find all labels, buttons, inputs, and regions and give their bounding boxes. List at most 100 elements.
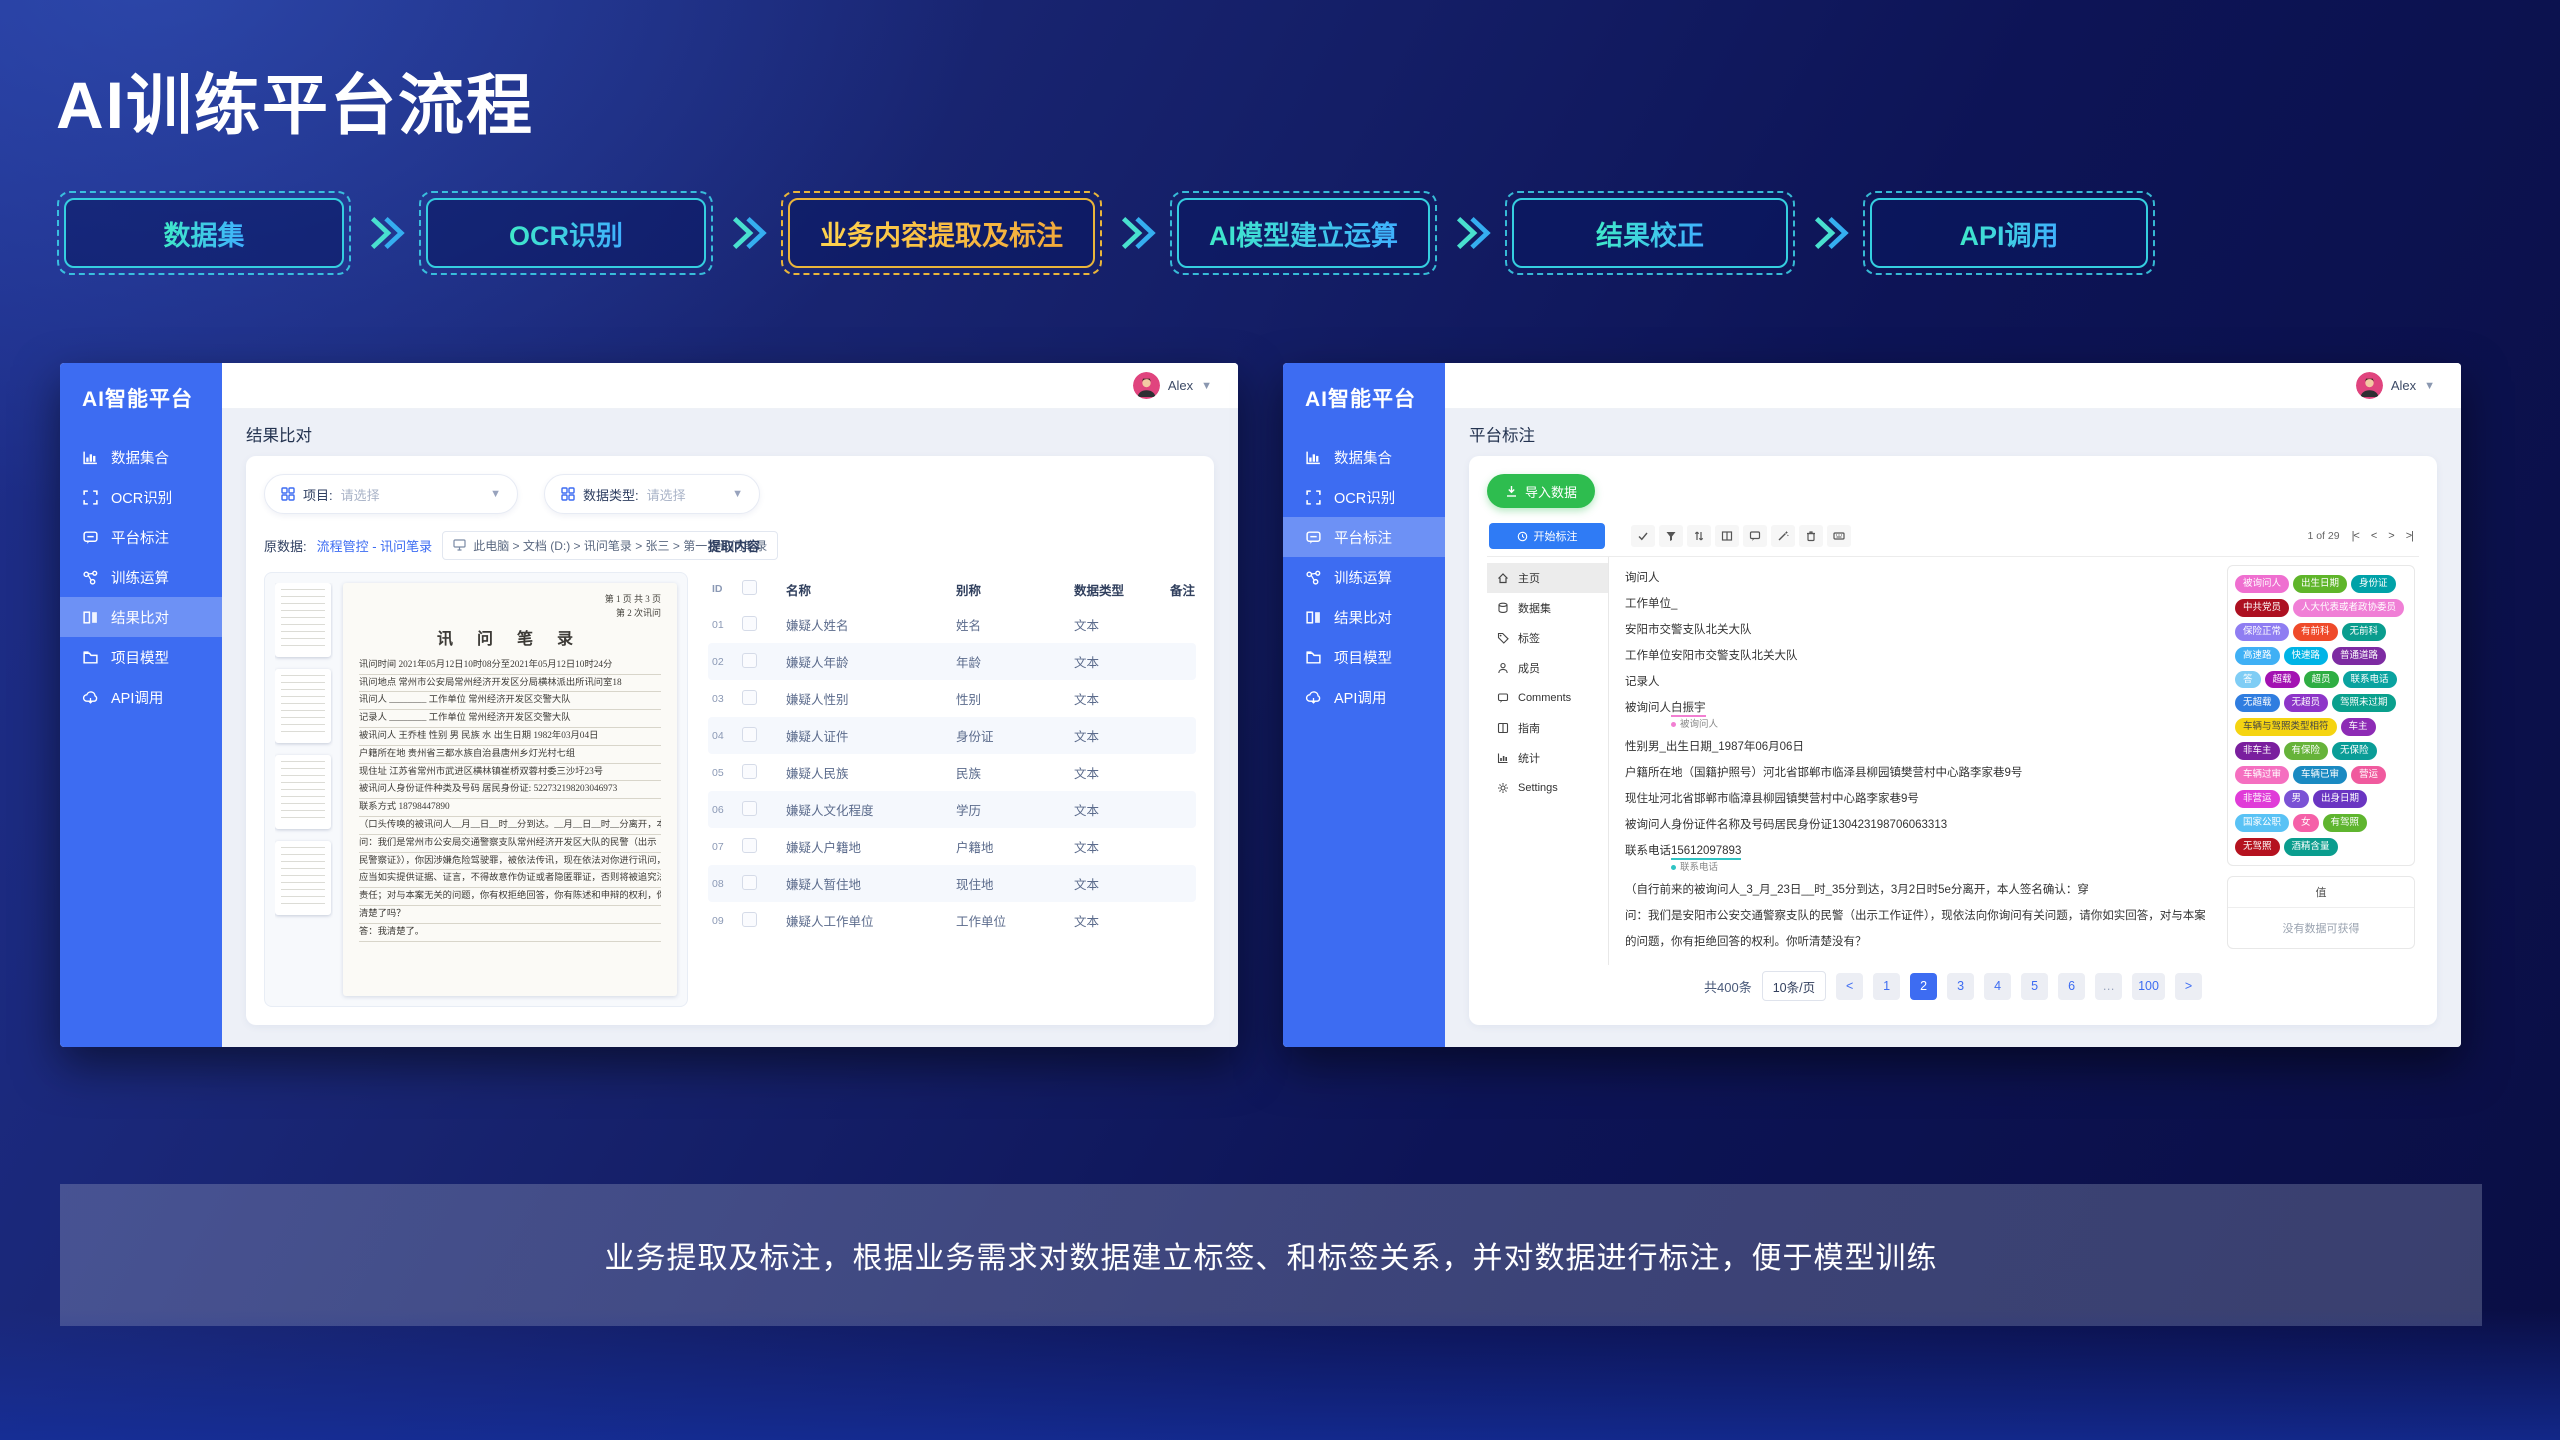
- page-thumbnail[interactable]: [275, 841, 331, 915]
- tag-chip[interactable]: 车辆过审: [2235, 766, 2289, 784]
- project-filter[interactable]: 项目: 请选择 ▼: [264, 474, 518, 514]
- tag-chip[interactable]: 女: [2293, 814, 2319, 832]
- tag-chip[interactable]: 出生日期: [2293, 575, 2347, 593]
- prev-page-icon[interactable]: <: [2371, 530, 2376, 542]
- row-checkbox[interactable]: [742, 875, 757, 890]
- tag-chip[interactable]: 有驾照: [2323, 814, 2368, 832]
- first-page-icon[interactable]: |<: [2352, 530, 2359, 542]
- last-page-icon[interactable]: >|: [2406, 530, 2413, 542]
- next-page-button[interactable]: >: [2175, 973, 2202, 1000]
- user-menu[interactable]: Alex ▼: [1133, 372, 1212, 399]
- page-thumbnail[interactable]: [275, 755, 331, 829]
- tag-chip[interactable]: 无前科: [2342, 623, 2387, 641]
- page-button[interactable]: 100: [2132, 973, 2165, 1000]
- comment-icon[interactable]: [1743, 525, 1767, 547]
- tag-chip[interactable]: 非车主: [2235, 742, 2280, 760]
- start-annotation-button[interactable]: 开始标注: [1489, 523, 1605, 549]
- anno-nav-stats[interactable]: 统计: [1487, 743, 1608, 773]
- sidebar-item-annotate[interactable]: 平台标注: [1283, 517, 1445, 557]
- source-link[interactable]: 流程管控 - 讯问笔录: [317, 536, 433, 555]
- trash-icon[interactable]: [1799, 525, 1823, 547]
- row-checkbox[interactable]: [742, 801, 757, 816]
- tag-chip[interactable]: 超员: [2304, 671, 2339, 689]
- anno-nav-members[interactable]: 成员: [1487, 653, 1608, 683]
- anno-nav-home[interactable]: 主页: [1487, 563, 1608, 593]
- anno-nav-guide[interactable]: 指南: [1487, 713, 1608, 743]
- page-button[interactable]: 6: [2058, 973, 2085, 1000]
- tag-chip[interactable]: 高速路: [2235, 647, 2280, 665]
- tag-chip[interactable]: 答: [2235, 671, 2261, 689]
- tag-chip[interactable]: 出身日期: [2313, 790, 2367, 808]
- annotation-span[interactable]: 白振宇: [1671, 702, 1706, 717]
- tag-chip[interactable]: 无驾照: [2235, 838, 2280, 856]
- page-thumbnail[interactable]: [275, 669, 331, 743]
- row-checkbox[interactable]: [742, 616, 757, 631]
- prev-page-button[interactable]: <: [1836, 973, 1863, 1000]
- check-icon[interactable]: [1631, 525, 1655, 547]
- sidebar-item-model[interactable]: 项目模型: [60, 637, 222, 677]
- data-type-filter[interactable]: 数据类型: 请选择 ▼: [544, 474, 760, 514]
- sidebar-item-api[interactable]: API调用: [60, 677, 222, 717]
- tag-chip[interactable]: 有保险: [2284, 742, 2329, 760]
- tag-chip[interactable]: 车辆与驾照类型相符: [2235, 718, 2337, 736]
- tag-chip[interactable]: 车辆已审: [2293, 766, 2347, 784]
- import-data-button[interactable]: 导入数据: [1487, 474, 1595, 508]
- page-size-select[interactable]: 10条/页: [1762, 971, 1826, 1001]
- columns-icon[interactable]: [1715, 525, 1739, 547]
- sort-icon[interactable]: [1687, 525, 1711, 547]
- tag-chip[interactable]: 营运: [2351, 766, 2386, 784]
- sidebar-item-ocr[interactable]: OCR识别: [60, 477, 222, 517]
- sidebar-item-dataset[interactable]: 数据集合: [60, 437, 222, 477]
- sidebar-item-model[interactable]: 项目模型: [1283, 637, 1445, 677]
- sidebar-item-compare[interactable]: 结果比对: [1283, 597, 1445, 637]
- row-checkbox[interactable]: [742, 838, 757, 853]
- tag-chip[interactable]: 车主: [2341, 718, 2376, 736]
- tag-chip[interactable]: 无超员: [2284, 694, 2329, 712]
- sidebar-item-api[interactable]: API调用: [1283, 677, 1445, 717]
- tag-chip[interactable]: 保险正常: [2235, 623, 2289, 641]
- tag-chip[interactable]: 无超载: [2235, 694, 2280, 712]
- tag-chip[interactable]: 中共党员: [2235, 599, 2289, 617]
- anno-nav-comments[interactable]: Comments: [1487, 683, 1608, 713]
- annotation-span[interactable]: 15612097893: [1671, 845, 1741, 860]
- keyboard-icon[interactable]: [1827, 525, 1851, 547]
- tag-chip[interactable]: 驾照未过期: [2332, 694, 2396, 712]
- tag-chip[interactable]: 身份证: [2351, 575, 2396, 593]
- filter-icon[interactable]: [1659, 525, 1683, 547]
- tag-chip[interactable]: 超载: [2265, 671, 2300, 689]
- page-ellipsis[interactable]: …: [2095, 973, 2122, 1000]
- row-checkbox[interactable]: [742, 690, 757, 705]
- page-button[interactable]: 1: [1873, 973, 1900, 1000]
- tag-chip[interactable]: 男: [2284, 790, 2310, 808]
- tag-chip[interactable]: 人大代表或者政协委员: [2293, 599, 2404, 617]
- sidebar-item-compare[interactable]: 结果比对: [60, 597, 222, 637]
- tag-chip[interactable]: 快速路: [2284, 647, 2329, 665]
- sidebar-item-training[interactable]: 训练运算: [1283, 557, 1445, 597]
- row-checkbox[interactable]: [742, 764, 757, 779]
- page-button[interactable]: 3: [1947, 973, 1974, 1000]
- sidebar-item-ocr[interactable]: OCR识别: [1283, 477, 1445, 517]
- user-menu[interactable]: Alex ▼: [2356, 372, 2435, 399]
- page-button[interactable]: 5: [2021, 973, 2048, 1000]
- select-all-checkbox[interactable]: [742, 580, 757, 595]
- tag-chip[interactable]: 酒精含量: [2284, 838, 2338, 856]
- row-checkbox[interactable]: [742, 727, 757, 742]
- page-button[interactable]: 4: [1984, 973, 2011, 1000]
- tag-chip[interactable]: 有前科: [2293, 623, 2338, 641]
- anno-nav-labels[interactable]: 标签: [1487, 623, 1608, 653]
- tag-chip[interactable]: 国家公职: [2235, 814, 2289, 832]
- magic-wand-icon[interactable]: [1771, 525, 1795, 547]
- anno-nav-dataset[interactable]: 数据集: [1487, 593, 1608, 623]
- next-page-icon[interactable]: >: [2388, 530, 2393, 542]
- page-thumbnail[interactable]: [275, 583, 331, 657]
- tag-chip[interactable]: 普通道路: [2332, 647, 2386, 665]
- tag-chip[interactable]: 非营运: [2235, 790, 2280, 808]
- sidebar-item-dataset[interactable]: 数据集合: [1283, 437, 1445, 477]
- page-button-active[interactable]: 2: [1910, 973, 1937, 1000]
- row-checkbox[interactable]: [742, 653, 757, 668]
- sidebar-item-training[interactable]: 训练运算: [60, 557, 222, 597]
- row-checkbox[interactable]: [742, 912, 757, 927]
- anno-nav-settings[interactable]: Settings: [1487, 773, 1608, 803]
- tag-chip[interactable]: 被询问人: [2235, 575, 2289, 593]
- tag-chip[interactable]: 联系电话: [2343, 671, 2397, 689]
